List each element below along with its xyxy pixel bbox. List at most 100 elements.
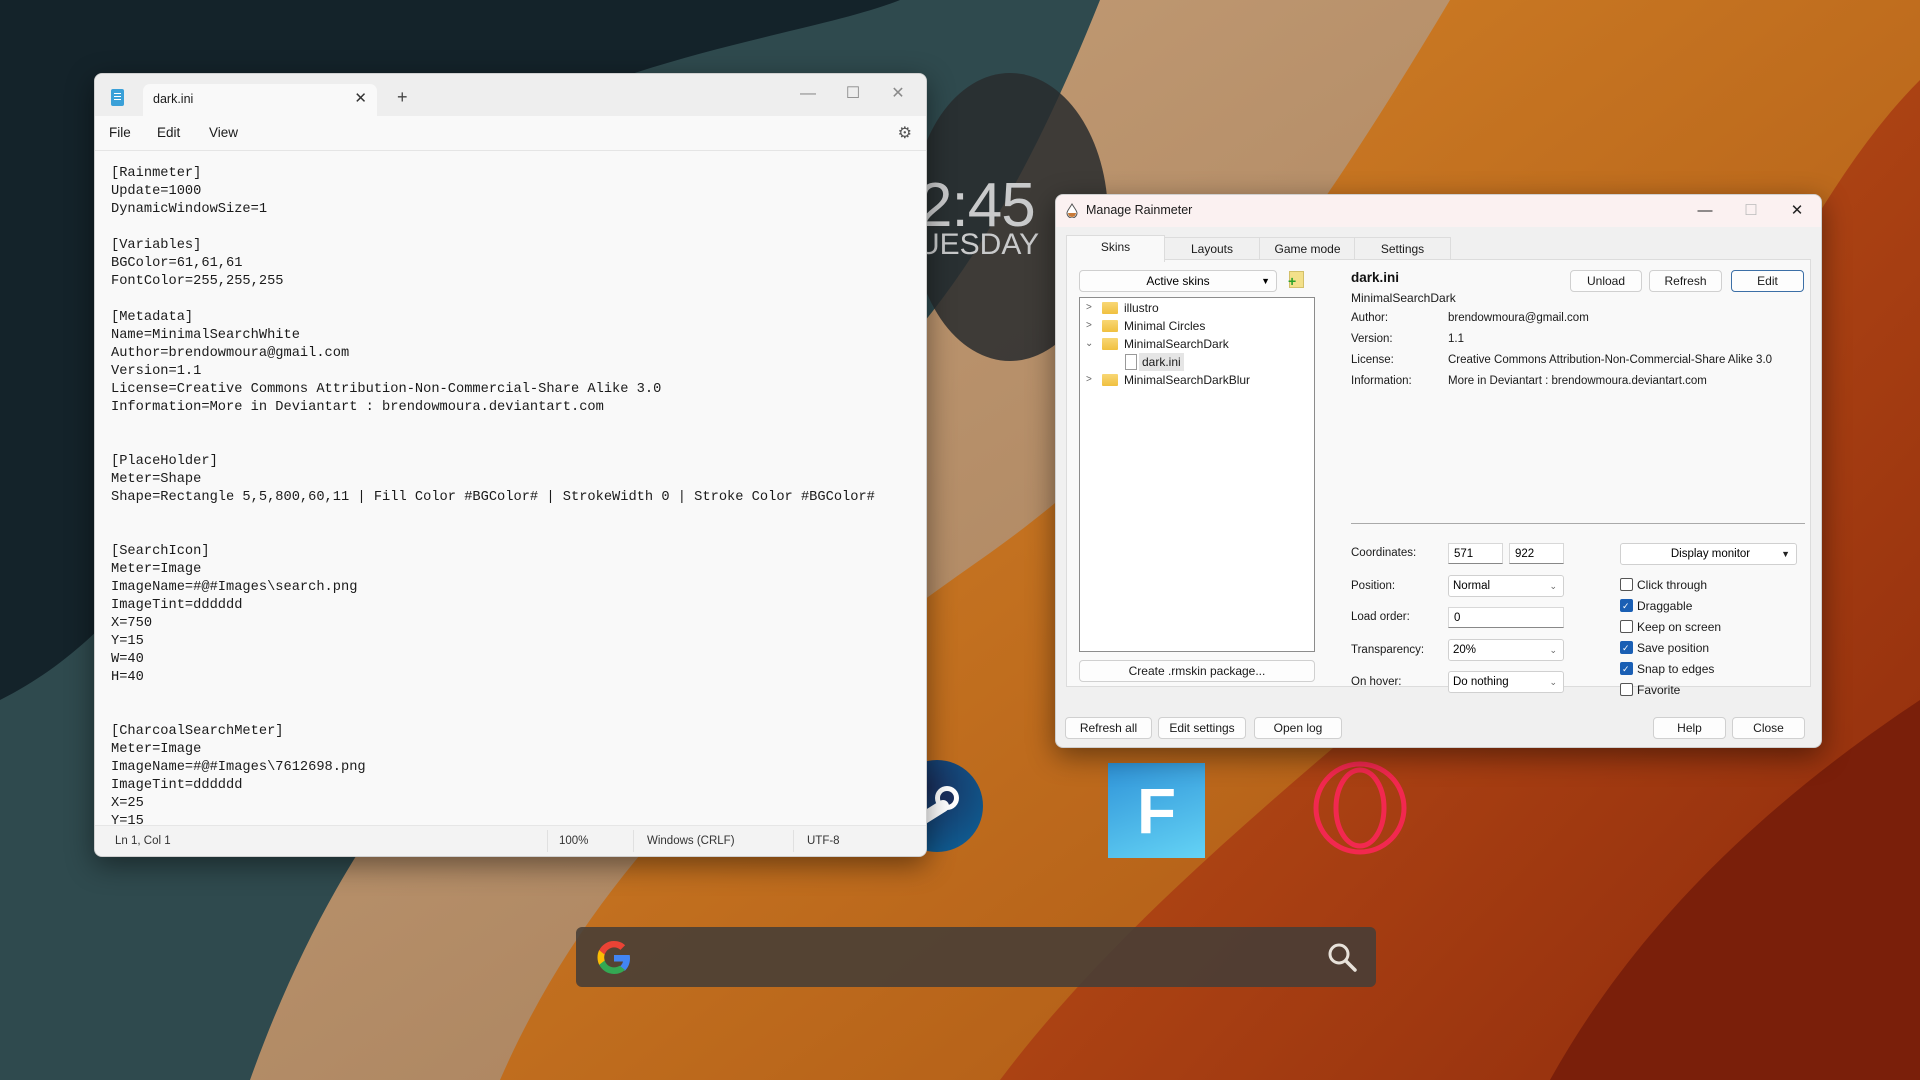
- position-select[interactable]: Normal ⌄: [1448, 575, 1564, 597]
- new-tab-button[interactable]: +: [397, 87, 408, 108]
- chevron-down-icon: ⌄: [1549, 645, 1557, 655]
- click-through-checkbox[interactable]: Click through: [1620, 577, 1707, 593]
- snap-to-edges-checkbox[interactable]: Snap to edges: [1620, 661, 1714, 677]
- rainmeter-titlebar[interactable]: Manage Rainmeter — ☐ ✕: [1056, 195, 1821, 227]
- editor-line: [Metadata]: [111, 310, 194, 325]
- version-label: Version:: [1351, 333, 1393, 345]
- coordinate-x-input[interactable]: 571: [1448, 543, 1503, 564]
- tab-skins[interactable]: Skins: [1066, 235, 1165, 262]
- tree-item-minimalsearchdark[interactable]: ⌄ MinimalSearchDark: [1080, 335, 1310, 353]
- tree-item-minimal-circles[interactable]: > Minimal Circles: [1080, 317, 1310, 335]
- divider: [1351, 523, 1805, 524]
- menu-file[interactable]: File: [109, 125, 131, 140]
- skin-folder: MinimalSearchDark: [1351, 291, 1456, 305]
- display-monitor-dropdown[interactable]: Display monitor ▼: [1620, 543, 1797, 565]
- tree-label: MinimalSearchDark: [1124, 337, 1229, 351]
- unload-button[interactable]: Unload: [1570, 270, 1642, 292]
- tree-item-dark-ini[interactable]: dark.ini: [1080, 353, 1310, 371]
- skins-tree[interactable]: > illustro > Minimal Circles ⌄ MinimalSe…: [1079, 297, 1315, 652]
- tree-label: Minimal Circles: [1124, 319, 1206, 333]
- tab-layouts[interactable]: Layouts: [1163, 237, 1261, 260]
- checkbox-icon: [1620, 620, 1633, 634]
- chevron-right-icon[interactable]: >: [1086, 371, 1096, 389]
- google-search-widget[interactable]: [576, 927, 1376, 987]
- help-button[interactable]: Help: [1653, 717, 1726, 739]
- editor-line: [PlaceHolder]: [111, 454, 218, 469]
- text-editor[interactable]: [Rainmeter] Update=1000 DynamicWindowSize=…: [95, 151, 926, 826]
- tree-item-minimalsearchdarkblur[interactable]: > MinimalSearchDarkBlur: [1080, 371, 1310, 389]
- dropdown-arrow-icon: ▼: [1261, 276, 1270, 286]
- tab-settings[interactable]: Settings: [1354, 237, 1451, 260]
- chevron-right-icon[interactable]: >: [1086, 299, 1096, 317]
- gear-icon[interactable]: ⚙: [898, 123, 912, 143]
- favorite-checkbox[interactable]: Favorite: [1620, 682, 1680, 698]
- position-label: Position:: [1351, 580, 1396, 592]
- notepad-tab-dark-ini[interactable]: dark.ini ✕: [143, 84, 377, 116]
- fortnite-glyph: F: [1136, 774, 1177, 847]
- on-hover-value: Do nothing: [1453, 676, 1509, 688]
- transparency-select[interactable]: 20% ⌄: [1448, 639, 1564, 661]
- notepad-titlebar[interactable]: dark.ini ✕ + — ☐ ✕: [95, 74, 926, 116]
- add-skin-icon[interactable]: [1288, 271, 1304, 288]
- editor-line: Name=MinimalSearchWhite: [111, 328, 300, 343]
- editor-line: ImageName=#@#Images\search.png: [111, 580, 358, 595]
- search-icon[interactable]: [1326, 941, 1358, 973]
- chevron-down-icon[interactable]: ⌄: [1085, 335, 1095, 353]
- minimize-button[interactable]: —: [1683, 197, 1727, 225]
- folder-icon: [1102, 302, 1118, 314]
- checkbox-checked-icon: [1620, 661, 1633, 677]
- tree-label: dark.ini: [1139, 353, 1184, 371]
- refresh-all-button[interactable]: Refresh all: [1065, 717, 1152, 739]
- clock-day: UESDAY: [918, 228, 1040, 261]
- chevron-down-icon: ⌄: [1549, 581, 1557, 591]
- status-divider: [547, 830, 548, 852]
- load-order-input[interactable]: 0: [1448, 607, 1564, 628]
- tab-game-mode[interactable]: Game mode: [1259, 237, 1356, 260]
- window-title: Manage Rainmeter: [1086, 203, 1193, 217]
- editor-line: ImageName=#@#Images\7612698.png: [111, 760, 366, 775]
- tree-item-illustro[interactable]: > illustro: [1080, 299, 1310, 317]
- skins-filter-dropdown[interactable]: Active skins ▼: [1079, 270, 1277, 292]
- checkbox-checked-icon: [1620, 640, 1633, 656]
- status-divider: [793, 830, 794, 852]
- coordinate-y-input[interactable]: 922: [1509, 543, 1564, 564]
- zoom-level[interactable]: 100%: [559, 835, 588, 847]
- maximize-button[interactable]: ☐: [833, 80, 873, 108]
- tree-label: MinimalSearchDarkBlur: [1124, 373, 1251, 387]
- close-dialog-button[interactable]: Close: [1732, 717, 1805, 739]
- notepad-statusbar: Ln 1, Col 1 100% Windows (CRLF) UTF-8: [95, 825, 926, 856]
- close-button[interactable]: ✕: [1775, 197, 1819, 225]
- create-rmskin-package-button[interactable]: Create .rmskin package...: [1079, 660, 1315, 682]
- editor-line: Update=1000: [111, 184, 202, 199]
- fortnite-icon[interactable]: F: [1108, 763, 1205, 858]
- menu-edit[interactable]: Edit: [157, 125, 180, 140]
- editor-line: X=750: [111, 616, 153, 631]
- encoding[interactable]: UTF-8: [807, 835, 840, 847]
- on-hover-select[interactable]: Do nothing ⌄: [1448, 671, 1564, 693]
- editor-line: [Rainmeter]: [111, 166, 202, 181]
- checkbox-label: Favorite: [1637, 683, 1681, 697]
- edit-button[interactable]: Edit: [1731, 270, 1804, 292]
- keep-on-screen-checkbox[interactable]: Keep on screen: [1620, 619, 1721, 635]
- checkbox-icon: [1620, 683, 1633, 697]
- close-tab-icon[interactable]: ✕: [354, 89, 367, 107]
- checkbox-label: Snap to edges: [1637, 662, 1715, 676]
- checkbox-label: Click through: [1637, 578, 1708, 592]
- close-button[interactable]: ✕: [878, 80, 918, 108]
- editor-line: Meter=Shape: [111, 472, 202, 487]
- minimize-button[interactable]: —: [788, 80, 828, 108]
- save-position-checkbox[interactable]: Save position: [1620, 640, 1709, 656]
- display-monitor-value: Display monitor: [1670, 548, 1751, 560]
- chevron-right-icon[interactable]: >: [1086, 317, 1096, 335]
- edit-settings-button[interactable]: Edit settings: [1158, 717, 1246, 739]
- line-ending[interactable]: Windows (CRLF): [647, 835, 735, 847]
- draggable-checkbox[interactable]: Draggable: [1620, 598, 1692, 614]
- menu-view[interactable]: View: [209, 125, 238, 140]
- open-log-button[interactable]: Open log: [1254, 717, 1342, 739]
- opera-gx-icon[interactable]: [1312, 760, 1408, 856]
- refresh-button[interactable]: Refresh: [1649, 270, 1722, 292]
